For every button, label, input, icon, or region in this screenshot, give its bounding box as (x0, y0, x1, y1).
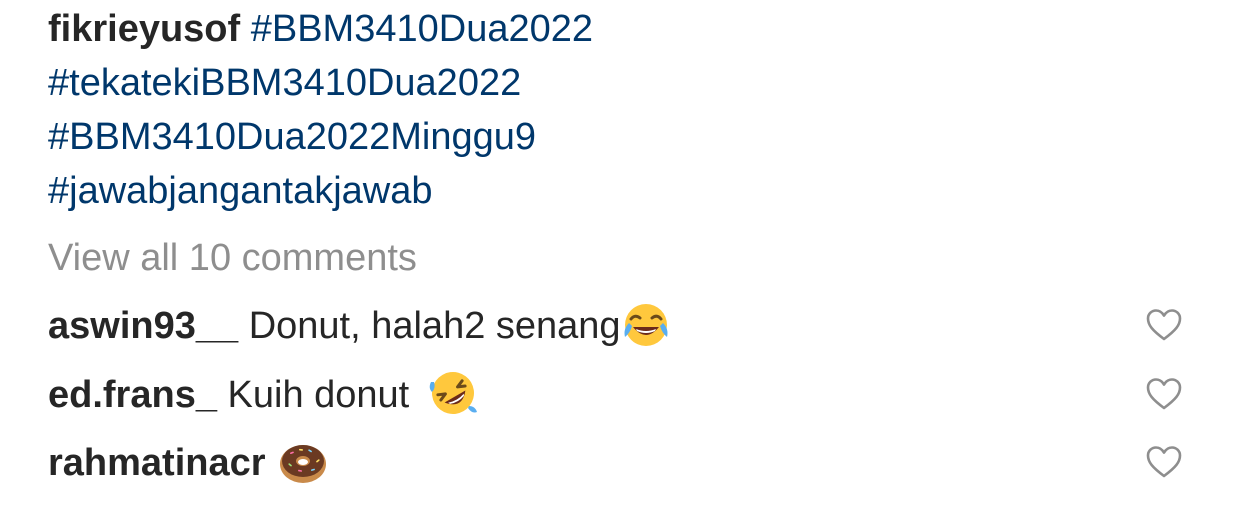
caption-line-4: #jawabjangantakjawab (48, 164, 1198, 218)
hashtag-link[interactable]: #BBM3410Dua2022 (251, 8, 593, 50)
heart-outline-icon[interactable] (1146, 445, 1182, 479)
hashtag-link[interactable]: #BBM3410Dua2022Minggu9 (48, 116, 536, 158)
caption-line-3: #BBM3410Dua2022Minggu9 (48, 110, 1198, 164)
post-caption: fikrieyusof #BBM3410Dua2022 #tekatekiBBM… (48, 2, 1198, 218)
view-all-comments-link[interactable]: View all 10 comments (48, 232, 417, 284)
doughnut-icon (280, 444, 327, 483)
comment-row: ed.frans_ Kuih donut (48, 369, 1208, 421)
comment-username[interactable]: aswin93__ (48, 305, 238, 347)
comment-row: aswin93__ Donut, halah2 senang (48, 300, 1208, 352)
caption-line-1: fikrieyusof #BBM3410Dua2022 (48, 2, 1198, 56)
hashtag-link[interactable]: #jawabjangantakjawab (48, 170, 433, 212)
caption-line-2: #tekatekiBBM3410Dua2022 (48, 56, 1198, 110)
face-with-tears-of-joy-icon (624, 303, 668, 346)
hashtag-link[interactable]: #tekatekiBBM3410Dua2022 (48, 62, 521, 104)
rolling-on-floor-laughing-icon (429, 371, 477, 414)
comment-username[interactable]: ed.frans_ (48, 374, 217, 416)
comment-text: Kuih donut (227, 374, 410, 416)
comment-text: Donut, halah2 senang (248, 305, 621, 347)
heart-outline-icon[interactable] (1146, 308, 1182, 342)
comment-row: rahmatinacr (48, 437, 1208, 489)
post-author-username[interactable]: fikrieyusof (48, 8, 240, 50)
comment-username[interactable]: rahmatinacr (48, 442, 266, 484)
heart-outline-icon[interactable] (1146, 377, 1182, 411)
